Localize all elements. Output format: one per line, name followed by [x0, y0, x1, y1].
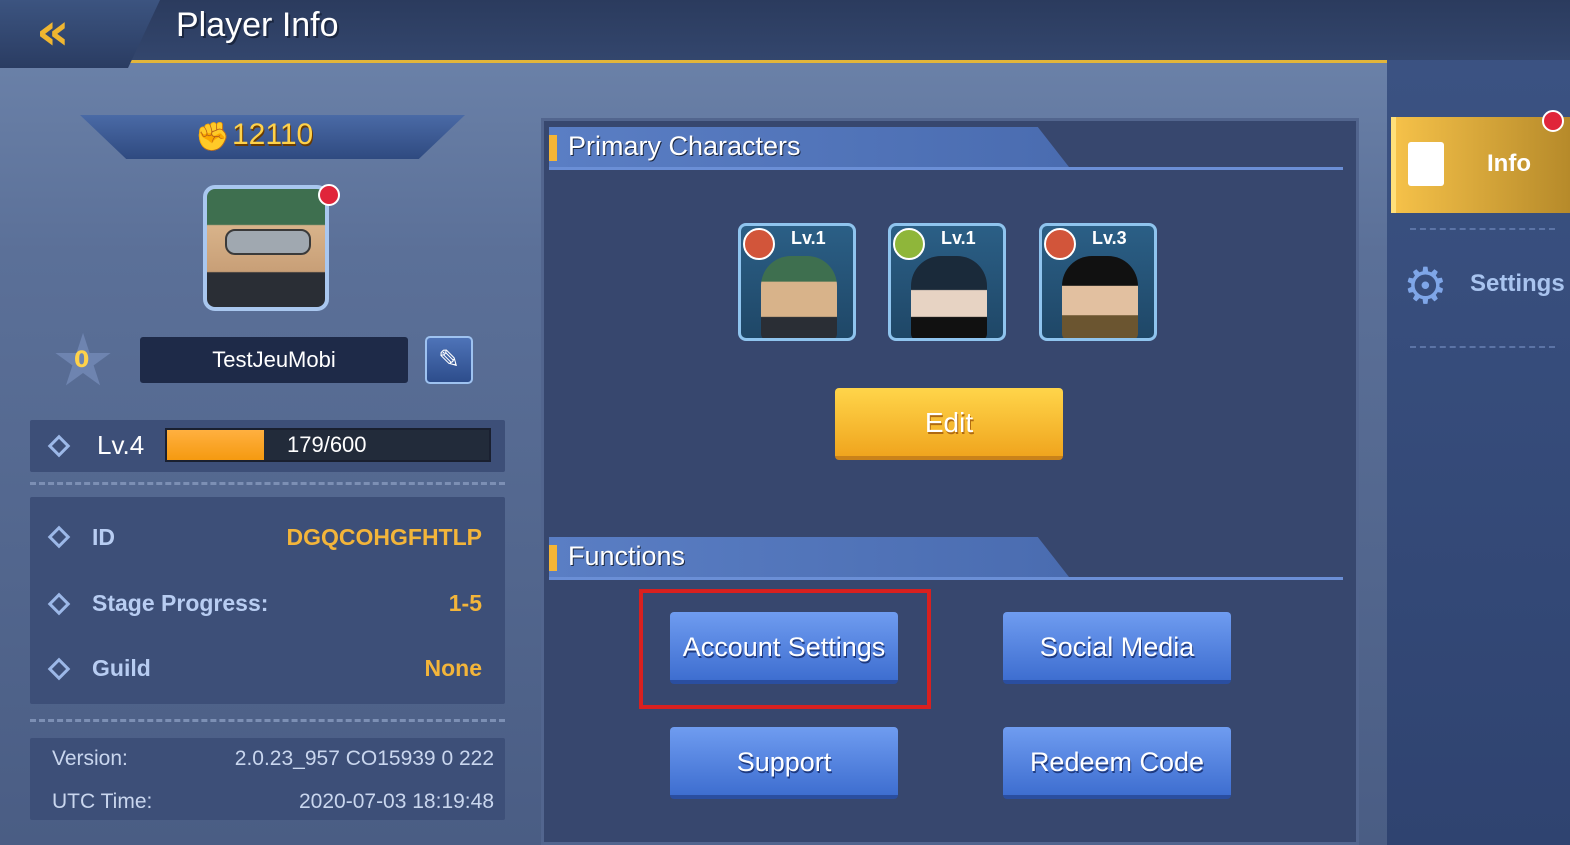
page-title: Player Info: [176, 6, 339, 44]
xp-text: 179/600: [287, 432, 367, 457]
sidebar-divider: [1410, 228, 1555, 230]
fist-icon: ✊: [195, 120, 230, 153]
header-accent: [549, 135, 557, 161]
tab-info-label: Info: [1487, 150, 1531, 177]
character-portrait: [1062, 256, 1138, 338]
stage-progress-value: 1-5: [448, 590, 482, 616]
edit-team-button[interactable]: Edit: [835, 388, 1063, 460]
rank-value: 0: [74, 348, 90, 373]
tab-settings[interactable]: Settings: [1470, 270, 1565, 298]
character-level: Lv.1: [941, 228, 976, 248]
id-label: ID: [92, 524, 115, 550]
character-portrait: [911, 256, 987, 338]
character-level: Lv.3: [1092, 228, 1127, 248]
divider: [30, 482, 505, 485]
avatar-notification-dot: [318, 184, 340, 206]
id-card-icon: [1408, 142, 1444, 186]
fist-type-icon: [743, 228, 775, 260]
functions-title: Functions: [568, 541, 686, 571]
primary-characters-title: Primary Characters: [568, 131, 801, 161]
id-value: DGQCOHGFHTLP: [286, 524, 483, 550]
support-button[interactable]: Support: [670, 727, 898, 799]
redeem-code-button[interactable]: Redeem Code: [1003, 727, 1231, 799]
double-chevron-left-icon[interactable]: «: [36, 6, 100, 58]
version-label: Version:: [52, 747, 128, 770]
highlight-annotation: [639, 589, 931, 709]
character-level: Lv.1: [791, 228, 826, 248]
version-value: 2.0.23_957 CO15939 0 222: [234, 747, 494, 770]
utc-time-value: 2020-07-03 18:19:48: [299, 790, 494, 813]
edit-name-button[interactable]: ✎: [425, 336, 473, 384]
guild-label: Guild: [92, 655, 151, 681]
primary-characters-header: Primary Characters: [549, 127, 1343, 170]
power-value: 12110: [232, 118, 314, 151]
player-avatar[interactable]: [203, 185, 329, 311]
functions-header: Functions: [549, 537, 1343, 580]
level-label: Lv.4: [97, 430, 145, 460]
divider: [30, 719, 505, 722]
weapon-type-icon: [893, 228, 925, 260]
avatar-goggles: [225, 229, 311, 255]
info-notification-dot: [1542, 110, 1564, 132]
gear-icon[interactable]: ⚙: [1403, 258, 1448, 314]
character-card[interactable]: Lv.1: [888, 223, 1006, 341]
character-card[interactable]: Lv.3: [1039, 223, 1157, 341]
sidebar-divider: [1410, 346, 1555, 348]
header-accent: [549, 545, 557, 571]
utc-time-label: UTC Time:: [52, 790, 153, 813]
fist-type-icon: [1044, 228, 1076, 260]
stage-progress-label: Stage Progress:: [92, 590, 269, 616]
character-portrait: [761, 256, 837, 338]
guild-value: None: [424, 655, 483, 681]
pencil-icon: ✎: [438, 345, 460, 375]
xp-progress-fill: [167, 430, 264, 460]
social-media-button[interactable]: Social Media: [1003, 612, 1231, 684]
character-card[interactable]: Lv.1: [738, 223, 856, 341]
player-name: TestJeuMobi: [140, 337, 408, 383]
